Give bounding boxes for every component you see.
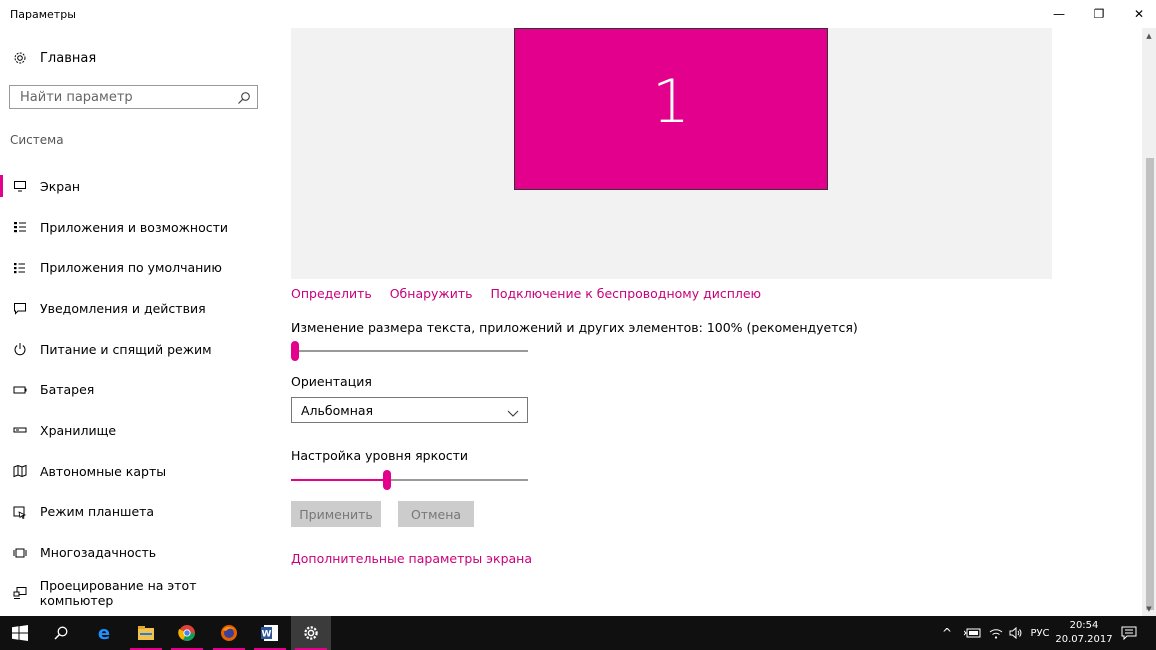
close-button[interactable]: ✕ bbox=[1116, 0, 1156, 28]
chrome-icon[interactable] bbox=[167, 616, 207, 650]
sidebar-item-tablet-mode[interactable]: Режим планшета bbox=[0, 492, 270, 533]
window-title: Параметры bbox=[10, 8, 76, 21]
nav-list: Экран Приложения и возможности Приложени… bbox=[0, 166, 270, 614]
scale-slider-thumb[interactable] bbox=[291, 341, 299, 361]
display-settings-panel: 1 Определить Обнаружить Подключение к бе… bbox=[270, 28, 1142, 616]
firefox-icon[interactable] bbox=[209, 616, 249, 650]
default-apps-icon bbox=[12, 260, 28, 276]
sidebar-item-multitasking[interactable]: Многозадачность bbox=[0, 532, 270, 573]
sidebar-item-power[interactable]: Питание и спящий режим bbox=[0, 329, 270, 370]
battery-tray-icon[interactable] bbox=[962, 616, 984, 650]
volume-icon[interactable] bbox=[1006, 616, 1026, 650]
gear-icon bbox=[12, 50, 28, 66]
sidebar-item-label: Питание и спящий режим bbox=[40, 341, 212, 357]
language-indicator[interactable]: РУС bbox=[1027, 616, 1053, 650]
orientation-dropdown[interactable]: Альбомная bbox=[291, 397, 528, 423]
display-preview-area: 1 bbox=[291, 28, 1052, 279]
scale-slider[interactable] bbox=[291, 341, 528, 361]
sidebar-item-label: Хранилище bbox=[40, 422, 117, 438]
monitor-icon bbox=[12, 178, 28, 194]
sidebar-item-storage[interactable]: Хранилище bbox=[0, 410, 270, 451]
apply-button[interactable]: Применить bbox=[291, 501, 381, 527]
display-links: Определить Обнаружить Подключение к бесп… bbox=[291, 286, 775, 301]
tray-chevron-icon[interactable]: ^ bbox=[940, 616, 954, 650]
monitor-number: 1 bbox=[651, 67, 691, 137]
clock-time: 20:54 bbox=[1069, 620, 1099, 631]
sidebar-item-battery[interactable]: Батарея bbox=[0, 369, 270, 410]
sidebar-item-label: Батарея bbox=[40, 382, 95, 398]
orientation-value: Альбомная bbox=[301, 403, 374, 418]
battery-icon bbox=[12, 382, 28, 398]
sidebar-item-display[interactable]: Экран bbox=[0, 166, 270, 207]
scroll-down-arrow[interactable]: ▼ bbox=[1142, 603, 1156, 615]
home-label: Главная bbox=[40, 50, 97, 66]
svg-text:e: e bbox=[98, 624, 110, 642]
wireless-display-link[interactable]: Подключение к беспроводному дисплею bbox=[490, 286, 761, 301]
brightness-slider-thumb[interactable] bbox=[382, 470, 391, 490]
taskbar: e W ^ РУС 20:54 20.07.2017 bbox=[0, 616, 1156, 650]
edge-icon[interactable]: e bbox=[84, 616, 124, 650]
file-explorer-icon[interactable] bbox=[126, 616, 166, 650]
brightness-slider[interactable] bbox=[291, 470, 528, 490]
section-heading: Система bbox=[10, 133, 64, 147]
brightness-slider-fill bbox=[291, 479, 387, 481]
start-icon[interactable] bbox=[0, 616, 40, 650]
tablet-icon bbox=[12, 504, 28, 520]
sidebar-item-project[interactable]: Проецирование на этот компьютер bbox=[0, 573, 270, 614]
sidebar-item-offline-maps[interactable]: Автономные карты bbox=[0, 451, 270, 492]
sidebar: Главная Система Экран Приложения и возмо… bbox=[0, 28, 270, 616]
search-box[interactable] bbox=[9, 85, 258, 109]
search-input[interactable] bbox=[10, 86, 238, 108]
word-icon[interactable]: W bbox=[250, 616, 290, 650]
cancel-button[interactable]: Отмена bbox=[398, 501, 474, 527]
project-icon bbox=[12, 585, 28, 601]
home-link[interactable]: Главная bbox=[12, 50, 96, 66]
action-center-icon[interactable] bbox=[1116, 616, 1142, 650]
multitask-icon bbox=[12, 545, 28, 561]
sidebar-item-label: Приложения по умолчанию bbox=[40, 260, 222, 276]
sidebar-item-apps[interactable]: Приложения и возможности bbox=[0, 207, 270, 248]
scale-label: Изменение размера текста, приложений и д… bbox=[291, 320, 858, 335]
power-icon bbox=[12, 341, 28, 357]
detect-link[interactable]: Обнаружить bbox=[390, 286, 473, 301]
map-icon bbox=[12, 463, 28, 479]
notifications-icon bbox=[12, 300, 28, 316]
identify-link[interactable]: Определить bbox=[291, 286, 372, 301]
advanced-display-settings-link[interactable]: Дополнительные параметры экрана bbox=[291, 551, 532, 566]
chevron-down-icon bbox=[507, 404, 519, 417]
clock-date: 20.07.2017 bbox=[1055, 634, 1113, 645]
sidebar-item-label: Режим планшета bbox=[40, 504, 155, 520]
scroll-up-arrow[interactable]: ▲ bbox=[1142, 30, 1156, 42]
sidebar-item-default-apps[interactable]: Приложения по умолчанию bbox=[0, 247, 270, 288]
sidebar-item-label: Приложения и возможности bbox=[40, 219, 229, 235]
wifi-icon[interactable] bbox=[986, 616, 1006, 650]
sidebar-item-label: Уведомления и действия bbox=[40, 300, 206, 316]
storage-icon bbox=[12, 422, 28, 438]
orientation-label: Ориентация bbox=[291, 374, 372, 389]
sidebar-item-label: Автономные карты bbox=[40, 463, 167, 479]
apps-list-icon bbox=[12, 219, 28, 235]
scrollbar-thumb[interactable] bbox=[1146, 158, 1154, 610]
search-icon[interactable] bbox=[41, 616, 81, 650]
monitor-tile-1[interactable]: 1 bbox=[514, 28, 828, 190]
system-clock[interactable]: 20:54 20.07.2017 bbox=[1052, 619, 1116, 647]
sidebar-item-label: Экран bbox=[40, 178, 81, 194]
title-bar: Параметры — ❐ ✕ bbox=[0, 0, 1156, 28]
settings-icon[interactable] bbox=[291, 616, 331, 650]
sidebar-item-label: Многозадачность bbox=[40, 545, 157, 561]
search-icon[interactable] bbox=[237, 90, 251, 104]
svg-text:W: W bbox=[262, 630, 272, 640]
sidebar-item-notifications[interactable]: Уведомления и действия bbox=[0, 288, 270, 329]
scale-slider-track bbox=[291, 350, 528, 352]
sidebar-item-label: Проецирование на этот компьютер bbox=[39, 578, 197, 609]
brightness-label: Настройка уровня яркости bbox=[291, 448, 469, 463]
